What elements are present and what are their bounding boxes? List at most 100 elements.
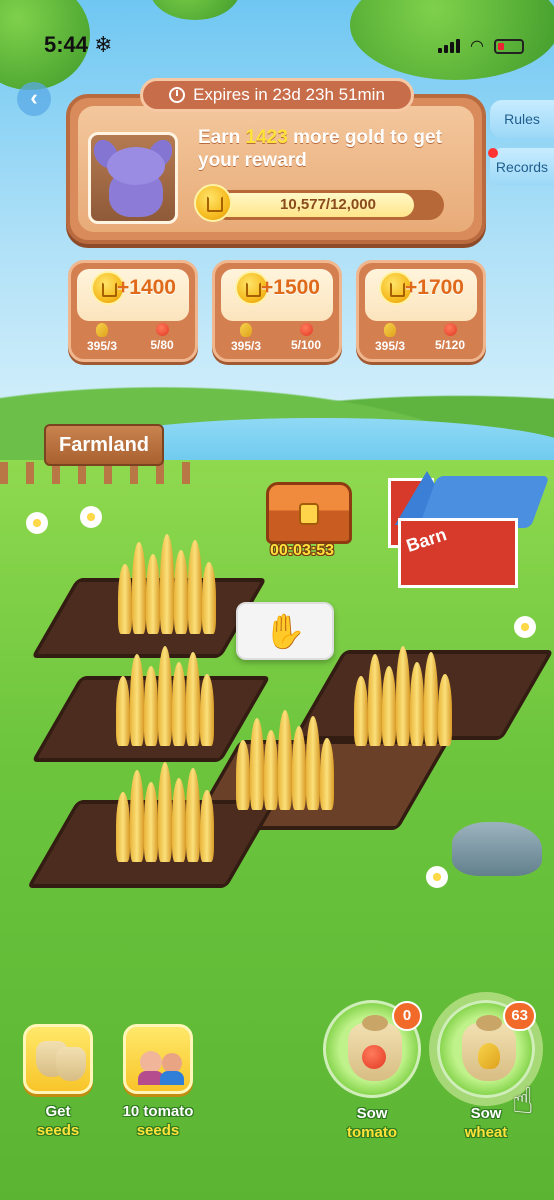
wheat-stalk xyxy=(116,676,130,746)
status-time: 5:44 ❄ xyxy=(44,32,113,57)
flower xyxy=(26,512,48,534)
back-button[interactable]: ‹ xyxy=(17,82,51,116)
seed-bag xyxy=(56,1047,86,1081)
wheat-requirement: 395/3 xyxy=(365,323,415,353)
wheat-icon xyxy=(240,323,252,337)
seed-bag-knot xyxy=(476,1015,502,1031)
seed-bags-icon xyxy=(23,1024,93,1094)
rock xyxy=(452,822,542,876)
game-scene: 5:44 ❄ ◠ ‹ Expires in 23d 23h 51min Earn… xyxy=(0,0,554,1200)
wheat-stalk xyxy=(292,726,306,810)
wheat-stalk xyxy=(174,550,188,634)
farmland-sign: Farmland xyxy=(44,424,164,466)
tomato-seed-bag: 0 xyxy=(323,1000,422,1098)
tomato-requirement: 5/100 xyxy=(281,323,331,352)
signal-icon xyxy=(438,39,461,53)
wifi-icon: ◠ xyxy=(470,38,484,55)
wheat-stalk xyxy=(186,652,200,746)
wheat-stalk xyxy=(200,674,214,746)
expiry-text: Expires in 23d 23h 51min xyxy=(193,85,385,104)
wheat-crop[interactable] xyxy=(226,700,346,810)
person-body xyxy=(160,1071,184,1085)
hand-tap-icon: ✋ xyxy=(263,613,307,651)
prize-image[interactable] xyxy=(88,132,178,224)
wheat-stalk xyxy=(250,718,264,810)
pointing-hand-icon: ☝ xyxy=(512,1080,534,1121)
tomato-requirement: 5/120 xyxy=(425,323,475,352)
wheat-icon xyxy=(384,323,396,337)
tomato-icon xyxy=(155,323,169,336)
rules-button[interactable]: Rules xyxy=(490,100,554,138)
milestone-card[interactable]: +1500 395/3 5/100 xyxy=(212,260,342,362)
barn[interactable]: Barn xyxy=(378,438,550,598)
wheat-stalk xyxy=(200,790,214,862)
milestone-card[interactable]: +1400 395/3 5/80 xyxy=(68,260,198,362)
friends-icon xyxy=(123,1024,193,1094)
chevron-left-icon: ‹ xyxy=(30,85,38,110)
tomato-icon xyxy=(299,323,313,336)
reward-panel: Earn 1423 more gold to get your reward 1… xyxy=(66,94,486,244)
wheat-crop[interactable] xyxy=(344,636,464,746)
wheat-stalk xyxy=(368,654,382,746)
records-button[interactable]: Records xyxy=(488,148,554,186)
flower xyxy=(426,866,448,888)
wheat-stalk xyxy=(186,768,200,862)
wheat-stalk xyxy=(118,564,132,634)
tomato-icon xyxy=(443,323,457,336)
wheat-stalk xyxy=(264,730,278,810)
snowflake-icon: ❄ xyxy=(94,32,113,57)
tomato-requirement: 5/80 xyxy=(137,323,187,352)
flower xyxy=(80,506,102,528)
wheat-stalk xyxy=(278,710,292,810)
notification-dot xyxy=(488,148,498,158)
treasure-chest[interactable] xyxy=(266,482,352,544)
wheat-stalk xyxy=(144,782,158,862)
wheat-stalk xyxy=(382,666,396,746)
sow-tomato-button[interactable]: 0 Sow tomato xyxy=(320,1000,424,1142)
wheat-stalk xyxy=(410,662,424,746)
wheat-stalk xyxy=(396,646,410,746)
wheat-stalk xyxy=(236,740,250,810)
wheat-stalk xyxy=(188,540,202,634)
battery-icon xyxy=(494,38,524,54)
wheat-crop[interactable] xyxy=(106,752,226,862)
chest-timer: 00:03:53 xyxy=(270,542,335,559)
wheat-stalk xyxy=(424,652,438,746)
flower xyxy=(514,616,536,638)
person-head xyxy=(140,1051,162,1073)
wheat-requirement: 395/3 xyxy=(77,323,127,353)
wheat-stalk xyxy=(172,662,186,746)
wheat-stalk xyxy=(172,778,186,862)
expiry-pill: Expires in 23d 23h 51min xyxy=(140,78,414,112)
milestone-gold: +1400 xyxy=(117,276,176,299)
milestone-gold: +1700 xyxy=(405,276,464,299)
chest-lock-icon xyxy=(299,503,319,525)
hand-tap-hint[interactable]: ✋ xyxy=(236,602,334,660)
wheat-stalk xyxy=(158,762,172,862)
earn-message: Earn 1423 more gold to get your reward xyxy=(198,127,442,171)
wheat-stalk xyxy=(438,674,452,746)
get-seeds-button[interactable]: Get seeds xyxy=(14,1024,102,1140)
wheat-stalk xyxy=(146,554,160,634)
tomato-seeds-button[interactable]: 10 tomato seeds xyxy=(98,1024,218,1140)
wheat-crop[interactable] xyxy=(106,636,226,746)
wheat-stalk xyxy=(158,646,172,746)
person-head xyxy=(162,1053,182,1073)
milestone-card[interactable]: +1700 395/3 5/120 xyxy=(356,260,486,362)
clock-icon xyxy=(169,87,186,103)
wheat-stalk xyxy=(202,562,216,634)
wheat-stalk xyxy=(320,738,334,810)
earn-amount: 1423 xyxy=(245,127,288,148)
wheat-stalk xyxy=(132,542,146,634)
gold-coin-icon xyxy=(194,184,232,222)
wheat-stalk xyxy=(354,676,368,746)
tomato-count-badge: 0 xyxy=(392,1001,422,1031)
wheat-icon xyxy=(478,1043,500,1069)
wheat-stalk xyxy=(160,534,174,634)
wheat-stalk xyxy=(130,770,144,862)
wheat-icon xyxy=(96,323,108,337)
wheat-crop[interactable] xyxy=(108,524,228,634)
gold-progress-bar: 10,577/12,000 xyxy=(212,190,444,220)
wheat-stalk xyxy=(144,666,158,746)
wheat-count-badge: 63 xyxy=(503,1001,536,1031)
